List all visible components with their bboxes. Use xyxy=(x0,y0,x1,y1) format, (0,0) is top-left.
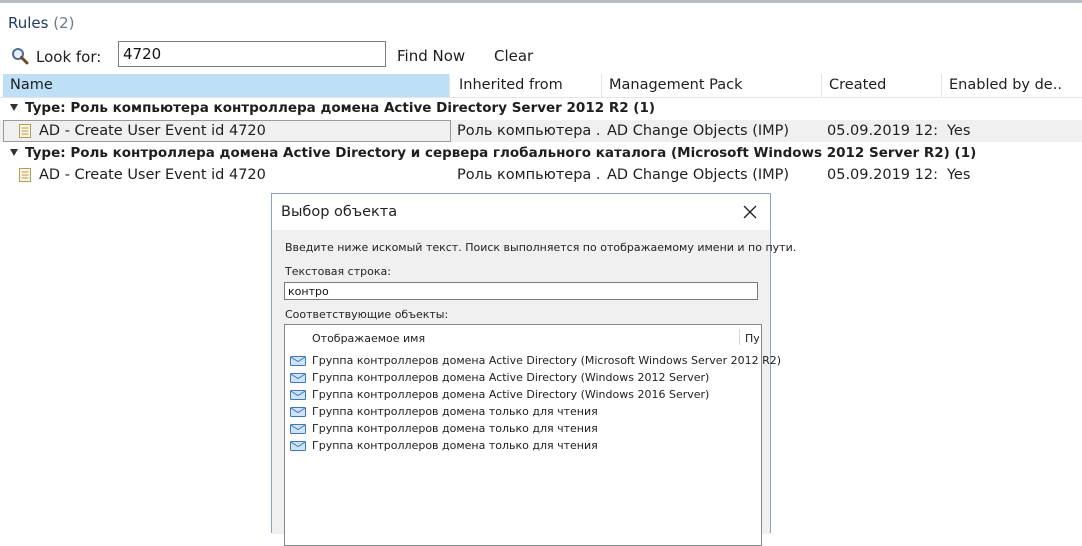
collapse-triangle-icon[interactable] xyxy=(10,149,18,156)
group-label: Type: Роль контроллера домена Active Dir… xyxy=(25,145,977,161)
group-icon xyxy=(290,407,306,417)
group-icon xyxy=(290,424,306,434)
list-item-label: Группа контроллеров домена только для чт… xyxy=(312,439,598,452)
table-row[interactable]: AD - Create User Event id 4720 Роль комп… xyxy=(0,164,1082,186)
list-item[interactable]: Группа контроллеров домена только для чт… xyxy=(290,420,750,437)
list-item[interactable]: Группа контроллеров домена только для чт… xyxy=(290,437,750,454)
look-for-label: Look for: xyxy=(36,48,102,66)
list-item-label: Группа контроллеров домена только для чт… xyxy=(312,422,598,435)
select-object-dialog: Выбор объекта Введите ниже искомый текст… xyxy=(271,193,796,546)
list-item[interactable]: Группа контроллеров домена Active Direct… xyxy=(290,352,781,369)
group-header[interactable]: Type: Роль компьютера контроллера домена… xyxy=(0,98,1082,118)
management-pack: AD Change Objects (IMP) xyxy=(607,167,790,183)
collapse-triangle-icon[interactable] xyxy=(10,104,18,111)
magnifier-icon xyxy=(12,48,29,65)
group-icon xyxy=(290,390,306,400)
rule-name: AD - Create User Event id 4720 xyxy=(39,123,266,139)
enabled-by-default: Yes xyxy=(947,167,971,183)
enabled-by-default: Yes xyxy=(947,123,971,139)
text-string-input[interactable] xyxy=(284,282,758,300)
column-display-name[interactable]: Отображаемое имя xyxy=(312,332,425,345)
inherited-from: Роль компьютера ... xyxy=(457,123,599,139)
column-path[interactable]: Пу xyxy=(745,332,759,345)
dialog-body: Введите ниже искомый текст. Поиск выполн… xyxy=(272,230,796,546)
rules-count: (2) xyxy=(53,14,75,32)
list-item[interactable]: Группа контроллеров домена Active Direct… xyxy=(290,386,750,403)
find-now-button[interactable]: Find Now xyxy=(397,47,465,65)
matching-objects-label: Соответствующие объекты: xyxy=(285,308,449,321)
list-item[interactable]: Группа контроллеров домена Active Direct… xyxy=(290,369,750,386)
document-icon xyxy=(19,168,31,182)
group-icon xyxy=(290,356,306,366)
dialog-instruction: Введите ниже искомый текст. Поиск выполн… xyxy=(285,241,797,254)
list-item-label: Группа контроллеров домена Active Direct… xyxy=(312,354,782,367)
column-enabled-by-default[interactable]: Enabled by de... xyxy=(942,74,1062,97)
created: 05.09.2019 12:... xyxy=(827,167,939,183)
group-icon xyxy=(290,373,306,383)
dialog-title: Выбор объекта xyxy=(281,204,398,220)
column-separator[interactable] xyxy=(739,329,740,345)
rules-title-bar: Rules (2) xyxy=(0,3,1082,41)
close-icon[interactable] xyxy=(741,203,759,221)
document-icon xyxy=(19,124,31,138)
list-item[interactable]: Группа контроллеров домена только для чт… xyxy=(290,403,750,420)
matching-objects-list[interactable]: Отображаемое имя Пу Группа контроллеров … xyxy=(284,324,781,546)
search-input[interactable] xyxy=(118,41,386,67)
list-header: Отображаемое имя Пу xyxy=(285,325,759,349)
page-title: Rules (2) xyxy=(8,14,75,32)
text-string-label: Текстовая строка: xyxy=(285,265,391,278)
search-bar: Look for: Find Now Clear xyxy=(0,41,1082,73)
list-item-label: Группа контроллеров домена Active Direct… xyxy=(312,371,710,384)
column-created[interactable]: Created xyxy=(822,74,942,97)
clear-button[interactable]: Clear xyxy=(494,47,533,65)
group-icon xyxy=(290,441,306,451)
group-label: Type: Роль компьютера контроллера домена… xyxy=(25,100,656,116)
management-pack: AD Change Objects (IMP) xyxy=(607,123,790,139)
group-header[interactable]: Type: Роль контроллера домена Active Dir… xyxy=(0,143,1082,163)
list-item-label: Группа контроллеров домена только для чт… xyxy=(312,405,598,418)
table-row[interactable]: AD - Create User Event id 4720 Роль комп… xyxy=(0,120,1082,142)
column-inherited-from[interactable]: Inherited from xyxy=(452,74,602,97)
page-title-text: Rules xyxy=(8,14,49,32)
rule-name: AD - Create User Event id 4720 xyxy=(39,167,266,183)
inherited-from: Роль компьютера ... xyxy=(457,167,599,183)
column-management-pack[interactable]: Management Pack xyxy=(602,74,822,97)
list-item-label: Группа контроллеров домена Active Direct… xyxy=(312,388,710,401)
column-header: Name Inherited from Management Pack Crea… xyxy=(0,74,1082,98)
created: 05.09.2019 12:... xyxy=(827,123,939,139)
column-name[interactable]: Name xyxy=(3,74,450,97)
